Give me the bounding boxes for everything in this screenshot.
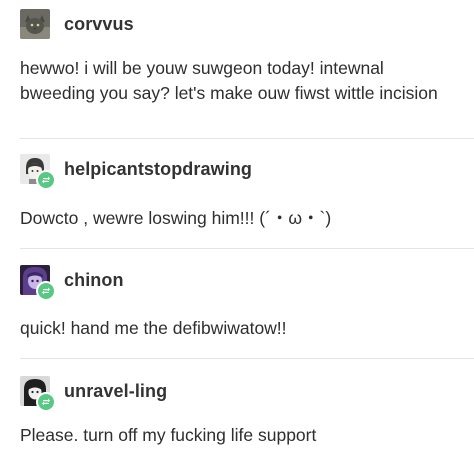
- purple-character-avatar-icon[interactable]: [20, 265, 56, 301]
- post-header: chinon: [20, 264, 124, 301]
- reblog-icon: [36, 170, 56, 190]
- dark-character-avatar-icon[interactable]: [20, 376, 56, 412]
- divider: [20, 358, 474, 359]
- post-header: helpicantstopdrawing: [20, 153, 252, 190]
- post-header: corvvus: [20, 8, 134, 40]
- drawn-character-avatar-icon[interactable]: [20, 154, 56, 190]
- divider: [20, 138, 474, 139]
- post-text: hewwo! i will be youw suwgeon today! int…: [20, 58, 438, 103]
- reblog-icon: [36, 392, 56, 412]
- divider: [20, 248, 474, 249]
- post-text: quick! hand me the defibwiwatow!!: [20, 318, 287, 338]
- reblog-icon: [36, 281, 56, 301]
- username[interactable]: unravel-ling: [64, 381, 167, 402]
- cat-avatar-icon[interactable]: [20, 9, 50, 39]
- post-text: Please. turn off my fucking life support: [20, 425, 317, 445]
- username[interactable]: chinon: [64, 270, 124, 291]
- post-header: unravel-ling: [20, 375, 167, 412]
- username[interactable]: helpicantstopdrawing: [64, 159, 252, 180]
- post-text: Dowcto , wewre loswing him!!! (´・ω・`): [20, 208, 332, 228]
- username[interactable]: corvvus: [64, 14, 134, 35]
